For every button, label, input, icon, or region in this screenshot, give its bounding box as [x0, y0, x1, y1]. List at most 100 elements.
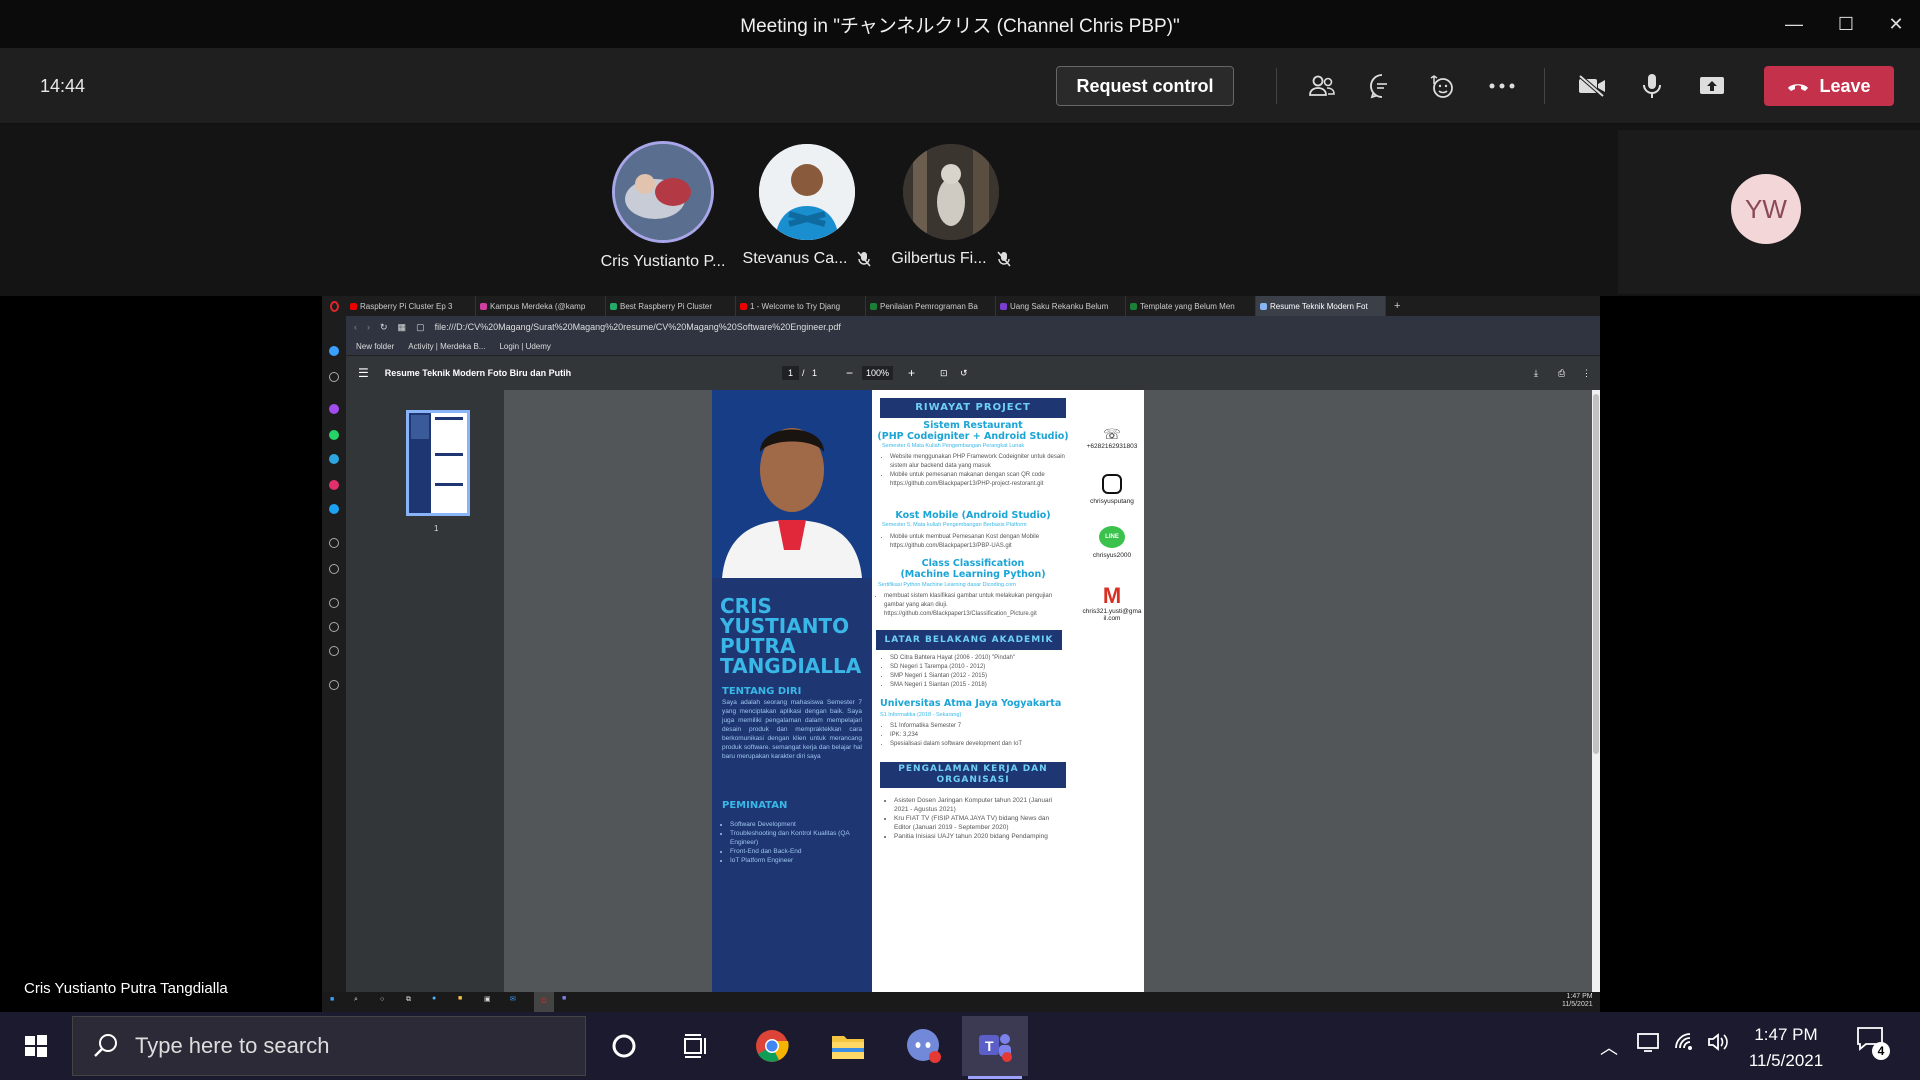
rotate-icon[interactable]: ↺	[960, 368, 968, 379]
url-text[interactable]: file:///D:/CV%20Magang/Surat%20Magang%20…	[435, 322, 841, 332]
maximize-icon[interactable]: ☐	[1818, 0, 1874, 48]
project-items: membuat sistem klasifikasi gambar untuk …	[884, 592, 1068, 619]
pdf-title: Resume Teknik Modern Foto Biru dan Putih	[384, 368, 572, 378]
gmail-icon: M	[1102, 583, 1122, 608]
camera-off-icon[interactable]	[1572, 68, 1612, 104]
messenger-icon[interactable]	[329, 404, 339, 414]
send-icon[interactable]	[329, 564, 339, 574]
bookmark-item[interactable]: Login | Udemy	[499, 342, 550, 351]
participant-tile[interactable]: Cris Yustianto P...	[593, 141, 733, 271]
back-icon[interactable]: ‹	[354, 322, 357, 332]
teams-button-active[interactable]: T	[962, 1016, 1028, 1076]
zoom-level[interactable]: 100%	[862, 366, 894, 380]
participant-name: Stevanus Ca...	[742, 250, 848, 267]
bookmark-icon[interactable]	[329, 372, 339, 382]
zoom-in-icon[interactable]: +	[908, 366, 915, 380]
browser-tab[interactable]: Template yang Belum Men	[1126, 296, 1256, 316]
forward-icon[interactable]: ›	[367, 322, 370, 332]
browser-tab[interactable]: Penilaian Pemrograman Ba	[866, 296, 996, 316]
page-thumbnail[interactable]	[406, 410, 470, 516]
bookmark-item[interactable]: New folder	[356, 342, 394, 351]
page-number-input[interactable]: 1	[782, 366, 800, 380]
speed-dial-icon[interactable]	[329, 346, 339, 356]
browser-tab[interactable]: Uang Saku Rekanku Belum	[996, 296, 1126, 316]
chat-icon[interactable]	[1362, 68, 1402, 104]
participant-tile[interactable]: Gilbertus Fi...	[881, 144, 1021, 268]
work-list: Asisten Dosen Jaringan Komputer tahun 20…	[894, 796, 1066, 841]
new-tab-icon[interactable]: +	[1386, 300, 1408, 312]
notification-center-icon[interactable]: 4	[1856, 1026, 1890, 1060]
resume-left-column: CRIS YUSTIANTO PUTRA TANGDIALLA TENTANG …	[712, 390, 872, 992]
education-heading: LATAR BELAKANG AKADEMIK	[876, 630, 1062, 650]
active-app-indicator	[968, 1076, 1022, 1079]
shared-clock: 1:47 PM 11/5/2021	[1562, 993, 1593, 1008]
instagram-icon[interactable]	[329, 480, 339, 490]
resume-name: CRIS YUSTIANTO PUTRA TANGDIALLA	[720, 594, 862, 678]
window-title: Meeting in "チャンネルクリス (Channel Chris PBP)…	[740, 15, 1180, 37]
history-icon[interactable]	[329, 622, 339, 632]
page-icon: ▢	[416, 321, 425, 332]
participant-tile[interactable]: Stevanus Ca...	[737, 144, 877, 268]
telegram-icon[interactable]	[329, 454, 339, 464]
task-view-button[interactable]	[666, 1020, 726, 1072]
grid-icon[interactable]: ▦	[398, 322, 407, 333]
reload-icon[interactable]: ↻	[380, 322, 388, 333]
file-explorer-button[interactable]	[818, 1020, 878, 1072]
pdf-scrollbar[interactable]	[1592, 390, 1600, 992]
avatar	[903, 144, 999, 240]
search-icon: ⌕	[354, 996, 358, 1003]
wifi-icon[interactable]	[1674, 1030, 1698, 1059]
print-icon[interactable]: ⎙	[1558, 368, 1565, 379]
participants-icon[interactable]	[1302, 68, 1342, 104]
twitter-icon[interactable]	[329, 504, 339, 514]
project-items: Website menggunakan PHP Framework Codeig…	[890, 453, 1068, 489]
bookmark-item[interactable]: Activity | Merdeka B...	[408, 342, 485, 351]
cortana-button[interactable]	[594, 1020, 654, 1072]
divider	[1544, 68, 1545, 104]
volume-icon[interactable]	[1706, 1030, 1730, 1059]
discord-button[interactable]	[894, 1020, 954, 1072]
browser-tab[interactable]: Raspberry Pi Cluster Ep 3	[346, 296, 476, 316]
university-title: Universitas Atma Jaya Yogyakarta	[880, 698, 1062, 709]
chrome-button[interactable]	[742, 1020, 802, 1072]
whatsapp-icon[interactable]	[329, 430, 339, 440]
menu-icon[interactable]: ☰	[358, 366, 369, 380]
download-icon[interactable]: ⤓	[1534, 368, 1538, 379]
close-icon[interactable]: ✕	[1868, 0, 1920, 48]
list-item: Asisten Dosen Jaringan Komputer tahun 20…	[894, 796, 1066, 814]
taskbar-search-box[interactable]: Type here to search	[72, 1016, 586, 1076]
browser-tab[interactable]: 1 - Welcome to Try Djang	[736, 296, 866, 316]
list-item: Front-End dan Back-End	[730, 847, 860, 856]
project-items: Mobile untuk membuat Pemesanan Kost deng…	[890, 533, 1068, 551]
browser-tab[interactable]: Kampus Merdeka (@kamp	[476, 296, 606, 316]
minimize-icon[interactable]: —	[1766, 0, 1822, 48]
fit-page-icon[interactable]: ⊡	[940, 368, 948, 379]
lightbulb-icon[interactable]	[329, 680, 339, 690]
address-bar[interactable]: ‹ › ↻ ▦ ▢ file:///D:/CV%20Magang/Surat%2…	[346, 316, 1600, 338]
list-item: Kru FIAT TV (FISIP ATMA JAYA TV) bidang …	[894, 814, 1066, 832]
teams-icon: T	[979, 1034, 1012, 1062]
project-subtitle: (Machine Learning Python)	[900, 569, 1046, 580]
leave-button[interactable]: Leave	[1764, 66, 1894, 106]
more-options-icon[interactable]	[1482, 68, 1522, 104]
heart-icon[interactable]	[329, 598, 339, 608]
browser-tab-active[interactable]: Resume Teknik Modern Fot	[1256, 296, 1386, 316]
start-button[interactable]	[6, 1020, 66, 1072]
settings-icon[interactable]	[329, 646, 339, 656]
share-screen-icon[interactable]	[1692, 68, 1732, 104]
presenter-name: Cris Yustianto Putra Tangdialla	[24, 980, 228, 997]
more-icon[interactable]: ⋮	[1582, 368, 1591, 379]
contact-text: chrisyusputang	[1090, 498, 1134, 505]
projection-icon[interactable]	[1636, 1030, 1660, 1059]
zoom-out-icon[interactable]: −	[846, 366, 853, 380]
browser-tab[interactable]: Best Raspberry Pi Cluster	[606, 296, 736, 316]
opera-logo-icon	[322, 296, 346, 316]
chevron-up-icon[interactable]: ︿	[1600, 1034, 1618, 1060]
reactions-icon[interactable]	[1422, 68, 1462, 104]
microphone-icon[interactable]	[1632, 68, 1672, 104]
project-subtitle: (PHP Codeigniter + Android Studio)	[877, 431, 1069, 442]
taskbar-clock[interactable]: 1:47 PM 11/5/2021	[1736, 1022, 1836, 1074]
player-icon[interactable]	[329, 538, 339, 548]
windows-logo-icon	[25, 1035, 47, 1057]
request-control-button[interactable]: Request control	[1056, 66, 1234, 106]
